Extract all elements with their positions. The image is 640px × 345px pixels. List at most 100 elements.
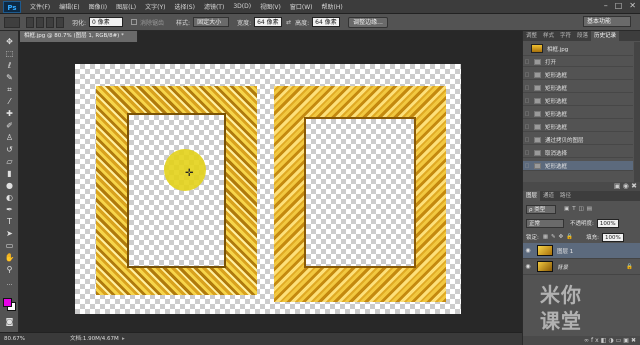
crop-tool-icon[interactable]: ⌗ <box>4 85 15 94</box>
foreground-color-swatch[interactable] <box>3 298 12 307</box>
style-dropdown[interactable]: 固定大小 <box>193 17 230 27</box>
menu-view[interactable]: 视图(V) <box>260 2 281 11</box>
workspace-switcher[interactable]: 基本功能 <box>583 16 631 27</box>
style-label: 样式: <box>176 19 191 27</box>
fill-input[interactable]: 100% <box>601 232 624 242</box>
status-menu-arrow-icon[interactable]: ▸ <box>122 333 125 345</box>
eye-icon[interactable]: ◉ <box>523 247 533 254</box>
shape-tool-icon[interactable]: ▭ <box>4 241 15 250</box>
quick-select-tool-icon[interactable]: ✎ <box>4 73 15 82</box>
layer-row-background[interactable]: ◉ 背景 🔒 <box>523 259 640 275</box>
add-selection-icon[interactable] <box>36 16 44 28</box>
history-checkbox[interactable]: □ <box>523 124 531 130</box>
healing-brush-tool-icon[interactable]: ✚ <box>4 109 15 118</box>
subtract-selection-icon[interactable] <box>46 16 54 28</box>
path-selection-tool-icon[interactable]: ➤ <box>4 229 15 238</box>
tab-character[interactable]: 字符 <box>557 31 574 41</box>
menu-filter[interactable]: 滤镜(T) <box>204 2 224 11</box>
tool-preset-picker[interactable] <box>4 16 20 28</box>
history-brush-tool-icon[interactable]: ↺ <box>4 145 15 154</box>
menu-window[interactable]: 窗口(W) <box>290 2 313 11</box>
golden-frame-image-left <box>96 86 257 295</box>
history-checkbox[interactable]: □ <box>523 98 531 104</box>
history-item[interactable]: □ 矩形选框 <box>523 109 633 119</box>
lasso-tool-icon[interactable]: ℓ <box>4 61 15 70</box>
dodge-tool-icon[interactable]: ◐ <box>4 193 15 202</box>
history-checkbox[interactable]: □ <box>523 85 531 91</box>
zoom-level[interactable]: 80.67% <box>4 333 25 345</box>
blend-mode-dropdown[interactable]: 正常 <box>526 218 564 228</box>
gradient-tool-icon[interactable]: ▮ <box>4 169 15 178</box>
history-checkbox[interactable]: □ <box>523 72 531 78</box>
menu-select[interactable]: 选择(S) <box>174 2 195 11</box>
menu-layer[interactable]: 图层(L) <box>116 2 136 11</box>
menu-3d[interactable]: 3D(D) <box>233 3 251 10</box>
minimize-icon[interactable]: – <box>604 1 608 10</box>
brush-tool-icon[interactable]: ✐ <box>4 121 15 130</box>
tab-channels[interactable]: 通道 <box>540 191 557 201</box>
swap-dimensions-icon[interactable]: ⇄ <box>286 19 291 26</box>
layer-row-layer1[interactable]: ◉ 图层 1 <box>523 243 640 259</box>
menu-help[interactable]: 帮助(H) <box>322 2 343 11</box>
history-item[interactable]: □ 通过拷贝的图层 <box>523 135 633 145</box>
menu-edit[interactable]: 编辑(E) <box>59 2 79 11</box>
tab-adjustments[interactable]: 调整 <box>523 31 540 41</box>
image-canvas[interactable]: ✛ <box>75 64 461 314</box>
tab-paragraph[interactable]: 段落 <box>574 31 591 41</box>
filter-icons[interactable]: ▣T◫▤ <box>564 206 595 212</box>
pen-tool-icon[interactable]: ✒ <box>4 205 15 214</box>
history-scrollbar[interactable] <box>634 42 640 182</box>
history-snapshot[interactable]: 相框.jpg <box>523 42 633 56</box>
move-tool-icon[interactable]: ✥ <box>4 37 15 46</box>
intersect-selection-icon[interactable] <box>56 16 64 28</box>
maximize-icon[interactable]: □ <box>615 1 623 10</box>
height-input[interactable]: 64 像素 <box>312 17 341 27</box>
width-input[interactable]: 64 像素 <box>254 17 283 27</box>
history-checkbox[interactable]: □ <box>523 59 531 65</box>
menu-file[interactable]: 文件(F) <box>30 2 50 11</box>
eraser-tool-icon[interactable]: ▱ <box>4 157 15 166</box>
tab-paths[interactable]: 路径 <box>557 191 574 201</box>
history-item[interactable]: □ 矩形选框 <box>523 70 633 80</box>
blend-opacity-row: 正常 不透明度: 100% <box>523 217 640 229</box>
edit-toolbar-icon[interactable]: … <box>4 279 15 288</box>
document-tab[interactable]: 相框.jpg @ 80.7% (图层 1, RGB/8#) * <box>20 31 138 42</box>
history-item[interactable]: □ 矩形选框 <box>523 83 633 93</box>
tab-history[interactable]: 历史记录 <box>591 31 620 41</box>
hand-tool-icon[interactable]: ✋ <box>4 253 15 262</box>
lock-icons[interactable]: ▦✎✥🔒 <box>543 234 576 240</box>
zoom-tool-icon[interactable]: ⚲ <box>4 265 15 274</box>
tab-layers[interactable]: 图层 <box>523 191 541 201</box>
eye-icon[interactable]: ◉ <box>523 263 533 270</box>
history-checkbox[interactable]: □ <box>523 150 531 156</box>
menu-type[interactable]: 文字(Y) <box>145 2 165 11</box>
new-document-from-state-icon[interactable]: ▣ <box>614 182 621 190</box>
antialias-checkbox[interactable] <box>131 19 138 25</box>
refine-edge-button[interactable]: 调整边缘... <box>348 16 388 28</box>
opacity-input[interactable]: 100% <box>596 218 619 228</box>
blur-tool-icon[interactable]: ● <box>4 181 15 190</box>
close-icon[interactable]: ✕ <box>629 1 636 10</box>
type-tool-icon[interactable]: T <box>4 217 15 226</box>
marquee-tool-icon[interactable]: ⬚ <box>4 49 15 58</box>
new-layer-icon[interactable]: ▣ <box>623 337 631 344</box>
layer-filter-dropdown[interactable]: ρ 类型 <box>526 204 556 214</box>
eyedropper-tool-icon[interactable]: ⁄ <box>4 97 15 106</box>
history-item-selected[interactable]: □ 矩形选框 <box>523 161 633 171</box>
history-item[interactable]: □ 矩形选框 <box>523 122 633 132</box>
new-selection-icon[interactable] <box>26 16 34 28</box>
history-item[interactable]: □ 矩形选框 <box>523 96 633 106</box>
history-checkbox[interactable]: □ <box>523 111 531 117</box>
history-item[interactable]: □ 取消选择 <box>523 148 633 158</box>
history-item[interactable]: □ 打开 <box>523 57 633 67</box>
tab-styles[interactable]: 样式 <box>540 31 557 41</box>
camera-snapshot-icon[interactable]: ◉ <box>623 182 629 190</box>
quick-mask-icon[interactable]: ◙ <box>4 317 15 326</box>
menu-image[interactable]: 图像(I) <box>89 2 107 11</box>
clone-stamp-tool-icon[interactable]: ♙ <box>4 133 15 142</box>
history-checkbox[interactable]: □ <box>523 163 531 169</box>
history-checkbox[interactable]: □ <box>523 137 531 143</box>
trash-icon[interactable]: ✖ <box>631 182 637 190</box>
trash-icon[interactable]: ✖ <box>631 337 638 344</box>
feather-input[interactable]: 0 像素 <box>89 17 124 27</box>
